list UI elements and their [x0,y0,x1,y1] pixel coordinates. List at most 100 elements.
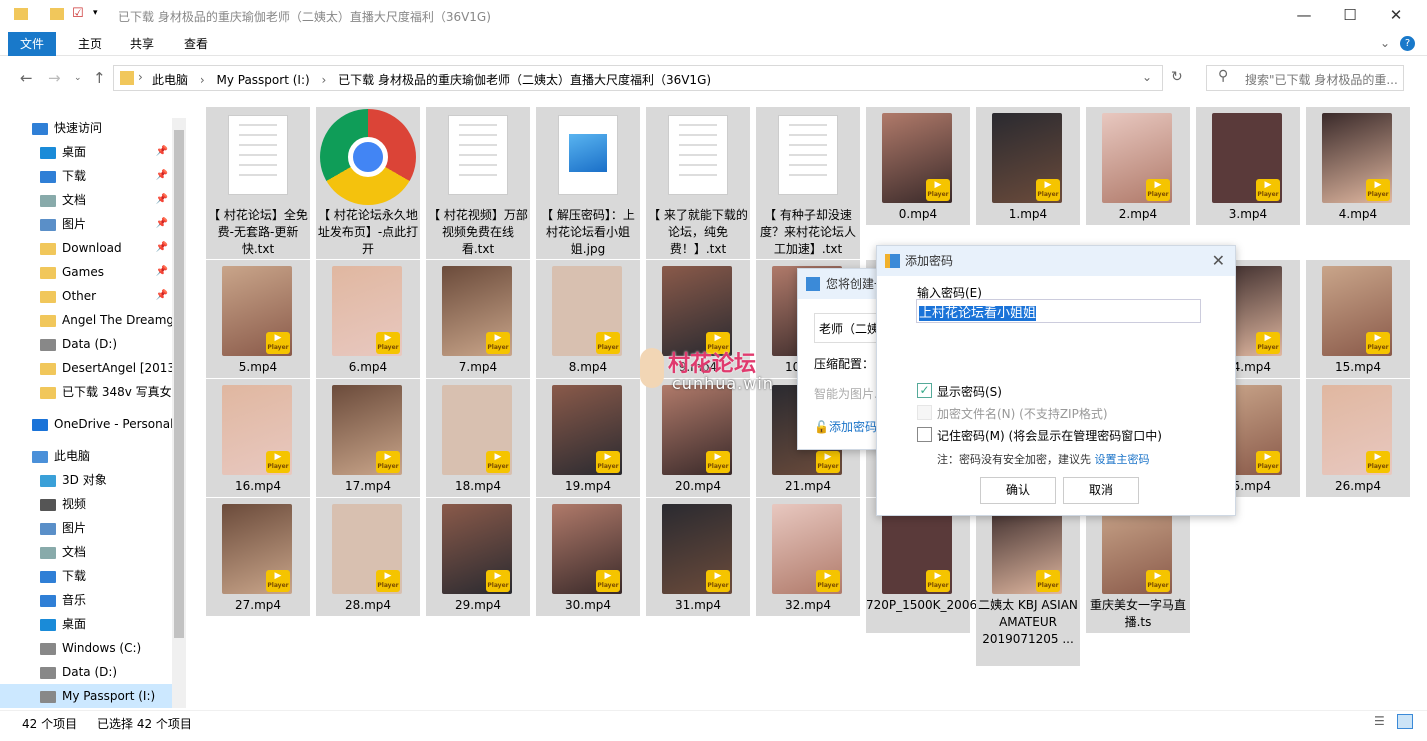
file-item[interactable]: ▶ Player 8.mp4 [536,260,640,378]
sidebar-item-drive[interactable]: My Passport (I:) [0,684,172,708]
sidebar-item-folder[interactable]: Download 📌 [0,236,172,260]
ok-button[interactable]: 确认 [980,477,1056,504]
file-item[interactable]: 【 村花论坛永久地址发布页】-点此打开 [316,107,420,259]
back-button[interactable]: ← [20,69,33,87]
sidebar-item-video[interactable]: 视频 [0,492,172,516]
sidebar-item-document[interactable]: 文档 📌 [0,188,172,212]
file-item[interactable]: 【 村花视频】万部视频免费在线看.txt [426,107,530,259]
password-input[interactable]: 上村花论坛看小姐姐 [916,299,1201,323]
file-item[interactable]: ▶ Player 4.mp4 [1306,107,1410,225]
file-item[interactable]: ▶ Player 28.mp4 [316,498,420,616]
new-folder-icon[interactable] [50,8,64,20]
sidebar-item-folder[interactable]: DesertAngel [2013- [0,356,172,380]
tab-view[interactable]: 查看 [172,32,220,56]
sidebar-item-folder[interactable]: 已下载 348v 写真女社 [0,380,172,404]
sidebar-item-folder[interactable]: Other 📌 [0,284,172,308]
pin-icon[interactable]: 📌 [156,140,168,164]
sidebar-item-folder[interactable]: Angel The Dreamgi [0,308,172,332]
play-icon: ▶ [1374,452,1382,462]
address-dropdown-icon[interactable]: ⌄ [1142,70,1152,84]
player-badge: ▶Player [1366,451,1390,473]
player-badge: ▶Player [1256,179,1280,201]
remember-password-checkbox[interactable] [917,427,932,442]
file-item[interactable]: ▶ Player 重庆美女一字马直播.ts [1086,498,1190,633]
pin-icon[interactable]: 📌 [156,164,168,188]
file-item[interactable]: ▶ Player 17.mp4 [316,379,420,497]
breadcrumb-this-pc[interactable]: 此电脑 [152,73,188,87]
quick-access-dropdown-icon[interactable]: ▾ [93,8,98,18]
sidebar-item-3d[interactable]: 3D 对象 [0,468,172,492]
search-input[interactable]: 搜索"已下载 身材极品的重... [1206,65,1404,91]
file-item[interactable]: ▶ Player 31.mp4 [646,498,750,616]
expand-ribbon-icon[interactable]: ⌄ [1380,36,1390,50]
cancel-button[interactable]: 取消 [1063,477,1139,504]
file-item[interactable]: ▶ Player 19.mp4 [536,379,640,497]
file-item[interactable]: ▶ Player 20.mp4 [646,379,750,497]
tab-file[interactable]: 文件 [8,32,57,56]
pin-icon[interactable]: 📌 [156,236,168,260]
sidebar-scrollbar-thumb[interactable] [174,130,184,638]
sidebar-item-desktop[interactable]: 桌面 📌 [0,140,172,164]
sidebar-item-drive[interactable]: Data (D:) [0,332,172,356]
sidebar-item-pictures[interactable]: 图片 📌 [0,212,172,236]
file-item[interactable]: ▶ Player 7.mp4 [426,260,530,378]
minimize-button[interactable]: — [1281,0,1327,32]
close-button[interactable]: ✕ [1373,0,1419,32]
file-item[interactable]: ▶ Player 2.mp4 [1086,107,1190,225]
file-item[interactable]: ▶ Player 32.mp4 [756,498,860,616]
file-item[interactable]: ▶ Player 6.mp4 [316,260,420,378]
file-item[interactable]: ▶ Player 0.mp4 [866,107,970,225]
refresh-button[interactable]: ↻ [1171,69,1183,85]
pin-icon[interactable]: 📌 [156,260,168,284]
file-item[interactable]: ▶ Player 30.mp4 [536,498,640,616]
forward-button[interactable]: → [48,69,61,87]
sidebar-item-folder[interactable]: Games 📌 [0,260,172,284]
file-item[interactable]: ▶ Player 720P_1500K_200601311.mp4 [866,498,1046,633]
file-item[interactable]: ▶ Player 3.mp4 [1196,107,1300,225]
sidebar-item-document[interactable]: 文档 [0,540,172,564]
tab-share[interactable]: 共享 [118,32,166,56]
maximize-button[interactable]: ☐ [1327,0,1373,32]
add-password-link[interactable]: 🔓添加密码 [814,418,877,435]
pin-icon[interactable]: 📌 [156,212,168,236]
sidebar-item-star[interactable]: 快速访问 [0,116,172,140]
sidebar-item-desktop[interactable]: 桌面 [0,612,172,636]
file-item[interactable]: ▶ Player 15.mp4 [1306,260,1410,378]
file-item[interactable]: 【 解压密码】：上村花论坛看小姐姐.jpg [536,107,640,259]
file-item[interactable]: 【 来了就能下载的论坛，纯免费！】.txt [646,107,750,259]
file-item[interactable]: ▶ Player 1.mp4 [976,107,1080,225]
video-thumbnail: ▶Player [992,113,1062,203]
sidebar-item-cloud[interactable]: OneDrive - Personal [0,412,172,436]
show-password-checkbox[interactable]: ✓ [917,383,932,398]
sidebar-item-download[interactable]: 下载 📌 [0,164,172,188]
file-item[interactable]: ▶ Player 5.mp4 [206,260,310,378]
sidebar-item-drive[interactable]: Data (D:) [0,660,172,684]
file-item[interactable]: ▶ Player 18.mp4 [426,379,530,497]
breadcrumb-folder[interactable]: 已下载 身材极品的重庆瑜伽老师（二姨太）直播大尺度福利（36V1G) [338,73,711,87]
dialog-close-button[interactable]: ✕ [1212,246,1225,276]
address-bar[interactable]: › 此电脑 › My Passport (I:) › 已下载 身材极品的重庆瑜伽… [113,65,1163,91]
up-button[interactable]: ↑ [93,69,106,87]
large-icons-view-button[interactable] [1397,714,1413,729]
sidebar-item-pictures[interactable]: 图片 [0,516,172,540]
file-item[interactable]: ▶ Player 27.mp4 [206,498,310,616]
file-item[interactable]: ▶ Player 26.mp4 [1306,379,1410,497]
sidebar-item-music[interactable]: 音乐 [0,588,172,612]
help-icon[interactable]: ? [1400,36,1415,51]
file-item[interactable]: ▶ Player 29.mp4 [426,498,530,616]
file-item[interactable]: ▶ Player 16.mp4 [206,379,310,497]
sidebar-item-drive[interactable]: Windows (C:) [0,636,172,660]
set-master-password-link[interactable]: 设置主密码 [1095,453,1150,466]
properties-icon[interactable]: ☑ [72,6,84,21]
details-view-button[interactable]: ☰ [1374,714,1385,728]
breadcrumb-drive[interactable]: My Passport (I:) [216,73,309,87]
file-item[interactable]: 【 村花论坛】全免费-无套路-更新快.txt [206,107,310,259]
sidebar-item-computer[interactable]: 此电脑 [0,444,172,468]
file-item[interactable]: 【 有种子却没速度？来村花论坛人工加速】.txt [756,107,860,259]
pin-icon[interactable]: 📌 [156,284,168,308]
pin-icon[interactable]: 📌 [156,188,168,212]
sidebar-item-download[interactable]: 下载 [0,564,172,588]
recent-dropdown-icon[interactable]: ⌄ [74,73,82,83]
tab-home[interactable]: 主页 [66,32,114,56]
file-item[interactable]: ▶ Player 二姨太 KBJ ASIAN AMATEUR 2019071205 … [976,498,1080,666]
